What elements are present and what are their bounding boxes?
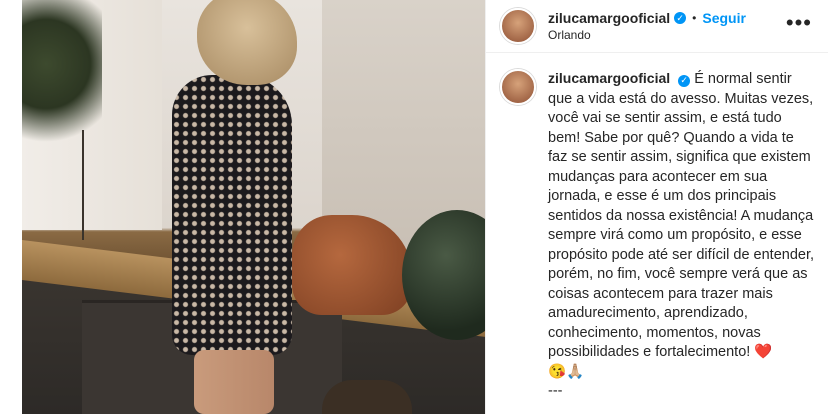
photo-woman-hair xyxy=(197,0,297,85)
author-info: zilucamargooficial ✓ • Seguir Orlando xyxy=(548,10,746,42)
verified-badge-icon: ✓ xyxy=(674,12,687,24)
heart-emoji: ❤️ xyxy=(754,344,773,360)
instagram-post: zilucamargooficial ✓ • Seguir Orlando ••… xyxy=(22,0,828,414)
photo-decor-tree xyxy=(82,130,184,240)
separator-dot: • xyxy=(692,11,697,25)
post-sidebar: zilucamargooficial ✓ • Seguir Orlando ••… xyxy=(485,0,828,414)
caption-trailing: --- xyxy=(548,383,563,399)
post-header: zilucamargooficial ✓ • Seguir Orlando ••… xyxy=(486,0,828,53)
caption-comment: zilucamargooficial ✓ É normal sentir que … xyxy=(486,53,828,402)
author-row: zilucamargooficial ✓ • Seguir xyxy=(548,10,746,26)
post-location[interactable]: Orlando xyxy=(548,28,746,42)
caption-verified-badge-icon: ✓ xyxy=(678,74,691,87)
author-username[interactable]: zilucamargooficial xyxy=(548,10,670,26)
follow-button[interactable]: Seguir xyxy=(702,10,746,26)
photo-woman-dress xyxy=(172,75,292,355)
post-photo[interactable] xyxy=(22,0,485,414)
caption-username[interactable]: zilucamargooficial xyxy=(548,70,670,86)
author-avatar[interactable] xyxy=(500,8,536,44)
caption-body: zilucamargooficial ✓ É normal sentir que … xyxy=(548,69,814,402)
caption-emojis: 😘🙏🏼 xyxy=(548,363,585,380)
more-options-icon[interactable]: ••• xyxy=(786,12,812,34)
caption-author-avatar[interactable] xyxy=(500,69,536,105)
photo-woman-legs xyxy=(194,350,274,414)
photo-basket xyxy=(322,380,412,414)
caption-text: É normal sentir que a vida está do avess… xyxy=(548,71,815,360)
